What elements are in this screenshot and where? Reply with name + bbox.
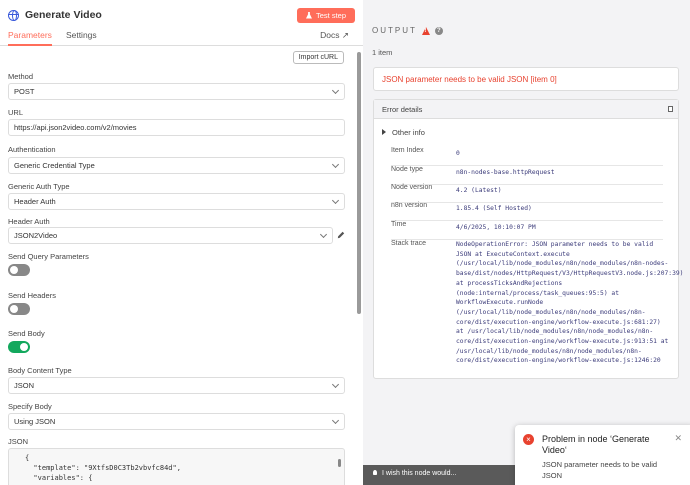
tab-parameters[interactable]: Parameters bbox=[8, 30, 52, 46]
send-body-toggle[interactable] bbox=[8, 341, 30, 353]
body-content-type-label: Body Content Type bbox=[8, 366, 72, 375]
globe-icon bbox=[8, 9, 19, 21]
item-count: 1 item bbox=[372, 48, 393, 57]
stack-trace: NodeOperationError: JSON parameter needs… bbox=[456, 241, 684, 365]
test-step-button[interactable]: Test step bbox=[296, 7, 355, 23]
code-line: "variables": { bbox=[25, 474, 93, 482]
url-label: URL bbox=[8, 108, 24, 117]
node-header: Generate Video Test step bbox=[0, 0, 363, 30]
chevron-down-icon bbox=[331, 380, 340, 389]
output-panel: OUTPUT ? 1 item JSON parameter needs to … bbox=[363, 0, 690, 465]
header-auth-value: JSON2Video bbox=[14, 231, 58, 240]
send-headers-label: Send Headers bbox=[8, 291, 56, 300]
method-select[interactable]: POST bbox=[8, 83, 345, 100]
error-details-panel: Error details Other info Item Index 0 No… bbox=[373, 99, 683, 379]
chevron-down-icon bbox=[319, 230, 328, 239]
node-title[interactable]: Generate Video bbox=[25, 9, 297, 21]
toast-message: JSON parameter needs to be valid JSON bbox=[542, 460, 658, 480]
panel-scrollbar[interactable] bbox=[357, 52, 361, 314]
send-query-toggle[interactable] bbox=[8, 264, 30, 276]
code-line: "template": "9XtfsD0C3Tb2vbvfc84d", bbox=[25, 464, 181, 472]
error-details-header: Error details bbox=[374, 100, 678, 119]
detail-key: n8n version bbox=[391, 202, 428, 209]
specify-body-label: Specify Body bbox=[8, 402, 52, 411]
parameters-form: Import cURL Method POST URL https://api.… bbox=[0, 47, 355, 485]
generic-auth-value: Header Auth bbox=[14, 197, 56, 206]
detail-value: n8n-nodes-base.httpRequest bbox=[456, 169, 555, 176]
json-label: JSON bbox=[8, 437, 29, 446]
detail-key: Node type bbox=[391, 166, 423, 173]
lightbulb-icon bbox=[373, 470, 377, 475]
header-auth-select[interactable]: JSON2Video bbox=[8, 227, 333, 244]
close-icon[interactable]: ✕ bbox=[674, 433, 682, 444]
send-body-label: Send Body bbox=[8, 329, 45, 338]
import-curl-button[interactable]: Import cURL bbox=[292, 51, 344, 64]
toast-title: Problem in node ‘Generate Video‘ bbox=[542, 434, 650, 455]
node-parameters-panel: Generate Video Test step Parameters Sett… bbox=[0, 0, 363, 485]
error-message-box: JSON parameter needs to be valid JSON [i… bbox=[373, 67, 679, 91]
external-link-icon: ↗ bbox=[341, 30, 349, 40]
generic-auth-label: Generic Auth Type bbox=[8, 182, 70, 191]
copy-icon[interactable] bbox=[668, 106, 673, 112]
url-value: https://api.json2video.com/v2/movies bbox=[14, 123, 137, 132]
method-label: Method bbox=[8, 72, 34, 81]
body-content-type-select[interactable]: JSON bbox=[8, 377, 345, 394]
warning-icon bbox=[421, 26, 430, 35]
chevron-down-icon bbox=[331, 160, 340, 169]
detail-row: Item Index 0 bbox=[391, 147, 663, 166]
generic-auth-select[interactable]: Header Auth bbox=[8, 193, 345, 210]
error-message: JSON parameter needs to be valid JSON [i… bbox=[382, 75, 557, 84]
authentication-select[interactable]: Generic Credential Type bbox=[8, 157, 345, 174]
method-value: POST bbox=[14, 87, 35, 96]
test-step-label: Test step bbox=[315, 10, 346, 20]
output-title: OUTPUT bbox=[372, 26, 417, 35]
feedback-label: I wish this node would... bbox=[382, 470, 457, 477]
code-line: { bbox=[25, 454, 30, 462]
detail-value: 1.85.4 (Self Hosted) bbox=[456, 205, 532, 212]
chevron-down-icon bbox=[331, 196, 340, 205]
flask-icon bbox=[305, 11, 312, 19]
send-headers-toggle[interactable] bbox=[8, 303, 30, 315]
detail-row: n8n version 1.85.4 (Self Hosted) bbox=[391, 202, 663, 221]
detail-row: Node version 4.2 (Latest) bbox=[391, 184, 663, 203]
pencil-icon[interactable] bbox=[337, 231, 345, 239]
editor-scrollbar[interactable] bbox=[338, 459, 341, 467]
tab-settings[interactable]: Settings bbox=[66, 30, 97, 46]
detail-key: Stack trace bbox=[391, 240, 427, 247]
json-editor[interactable]: { "template": "9XtfsD0C3Tb2vbvfc84d", "v… bbox=[8, 448, 345, 485]
authentication-label: Authentication bbox=[8, 145, 56, 154]
docs-link[interactable]: Docs ↗ bbox=[320, 30, 349, 41]
send-query-label: Send Query Parameters bbox=[8, 252, 89, 261]
specify-body-select[interactable]: Using JSON bbox=[8, 413, 345, 430]
url-input[interactable]: https://api.json2video.com/v2/movies bbox=[8, 119, 345, 136]
help-icon[interactable]: ? bbox=[434, 26, 443, 35]
output-header: OUTPUT ? bbox=[372, 26, 443, 35]
other-info-label: Other info bbox=[392, 128, 425, 137]
detail-row: Stack trace NodeOperationError: JSON par… bbox=[391, 240, 683, 370]
detail-row: Node type n8n-nodes-base.httpRequest bbox=[391, 166, 663, 185]
error-details-title: Error details bbox=[382, 105, 423, 114]
header-auth-label: Header Auth bbox=[8, 217, 50, 226]
detail-value: 4/6/2025, 10:10:07 PM bbox=[456, 224, 536, 231]
chevron-down-icon bbox=[331, 86, 340, 95]
specify-body-value: Using JSON bbox=[14, 417, 56, 426]
detail-key: Item Index bbox=[391, 147, 424, 154]
error-toast: × Problem in node ‘Generate Video‘ JSON … bbox=[515, 425, 690, 485]
authentication-value: Generic Credential Type bbox=[14, 161, 95, 170]
detail-key: Time bbox=[391, 221, 407, 228]
detail-value: 0 bbox=[456, 150, 460, 157]
docs-label: Docs bbox=[320, 30, 340, 40]
other-info-toggle[interactable]: Other info bbox=[382, 128, 425, 137]
body-content-type-value: JSON bbox=[14, 381, 35, 390]
detail-row: Time 4/6/2025, 10:10:07 PM bbox=[391, 221, 663, 240]
chevron-down-icon bbox=[331, 416, 340, 425]
detail-value: 4.2 (Latest) bbox=[456, 187, 502, 194]
error-icon: × bbox=[523, 434, 534, 445]
detail-key: Node version bbox=[391, 184, 433, 191]
panel-tabs: Parameters Settings Docs ↗ bbox=[0, 30, 363, 46]
caret-icon bbox=[382, 129, 386, 135]
